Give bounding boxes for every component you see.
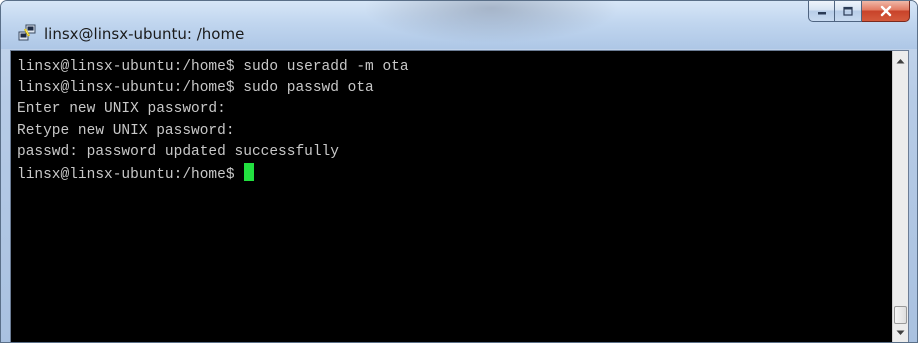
caption-buttons <box>808 1 910 23</box>
close-icon <box>880 5 891 17</box>
terminal-line: passwd: password updated successfully <box>17 143 339 160</box>
arrow-up-icon <box>896 59 905 64</box>
prompt-text: linsx@linsx-ubuntu:/home$ <box>17 166 244 183</box>
arrow-down-icon <box>896 330 905 335</box>
scroll-up-button[interactable] <box>893 53 908 69</box>
terminal-line: linsx@linsx-ubuntu:/home$ sudo useradd -… <box>17 59 409 75</box>
terminal-cursor <box>244 162 255 181</box>
terminal-area[interactable]: linsx@linsx-ubuntu:/home$ sudo useradd -… <box>10 50 909 342</box>
terminal-output[interactable]: linsx@linsx-ubuntu:/home$ sudo useradd -… <box>11 51 895 342</box>
terminal-line: Enter new UNIX password: <box>17 101 226 118</box>
scrollbar-thumb[interactable] <box>894 306 907 324</box>
minimize-button[interactable] <box>808 1 835 22</box>
putty-icon[interactable] <box>18 24 36 42</box>
terminal-line: linsx@linsx-ubuntu:/home$ sudo passwd ot… <box>17 80 374 97</box>
maximize-button[interactable] <box>835 1 862 22</box>
scroll-down-button[interactable] <box>893 325 908 341</box>
maximize-icon <box>843 6 853 16</box>
prompt-line[interactable]: linsx@linsx-ubuntu:/home$ <box>17 162 895 184</box>
title-bar[interactable]: linsx@linsx-ubuntu: /home <box>1 1 917 49</box>
terminal-line: Retype new UNIX password: <box>17 122 235 139</box>
vertical-scrollbar[interactable] <box>892 51 908 342</box>
window-title: linsx@linsx-ubuntu: /home <box>44 25 245 43</box>
minimize-icon <box>817 12 826 15</box>
terminal-window: linsx@linsx-ubuntu: /home linsx@linsx-ub… <box>0 0 918 343</box>
close-button[interactable] <box>862 1 910 22</box>
